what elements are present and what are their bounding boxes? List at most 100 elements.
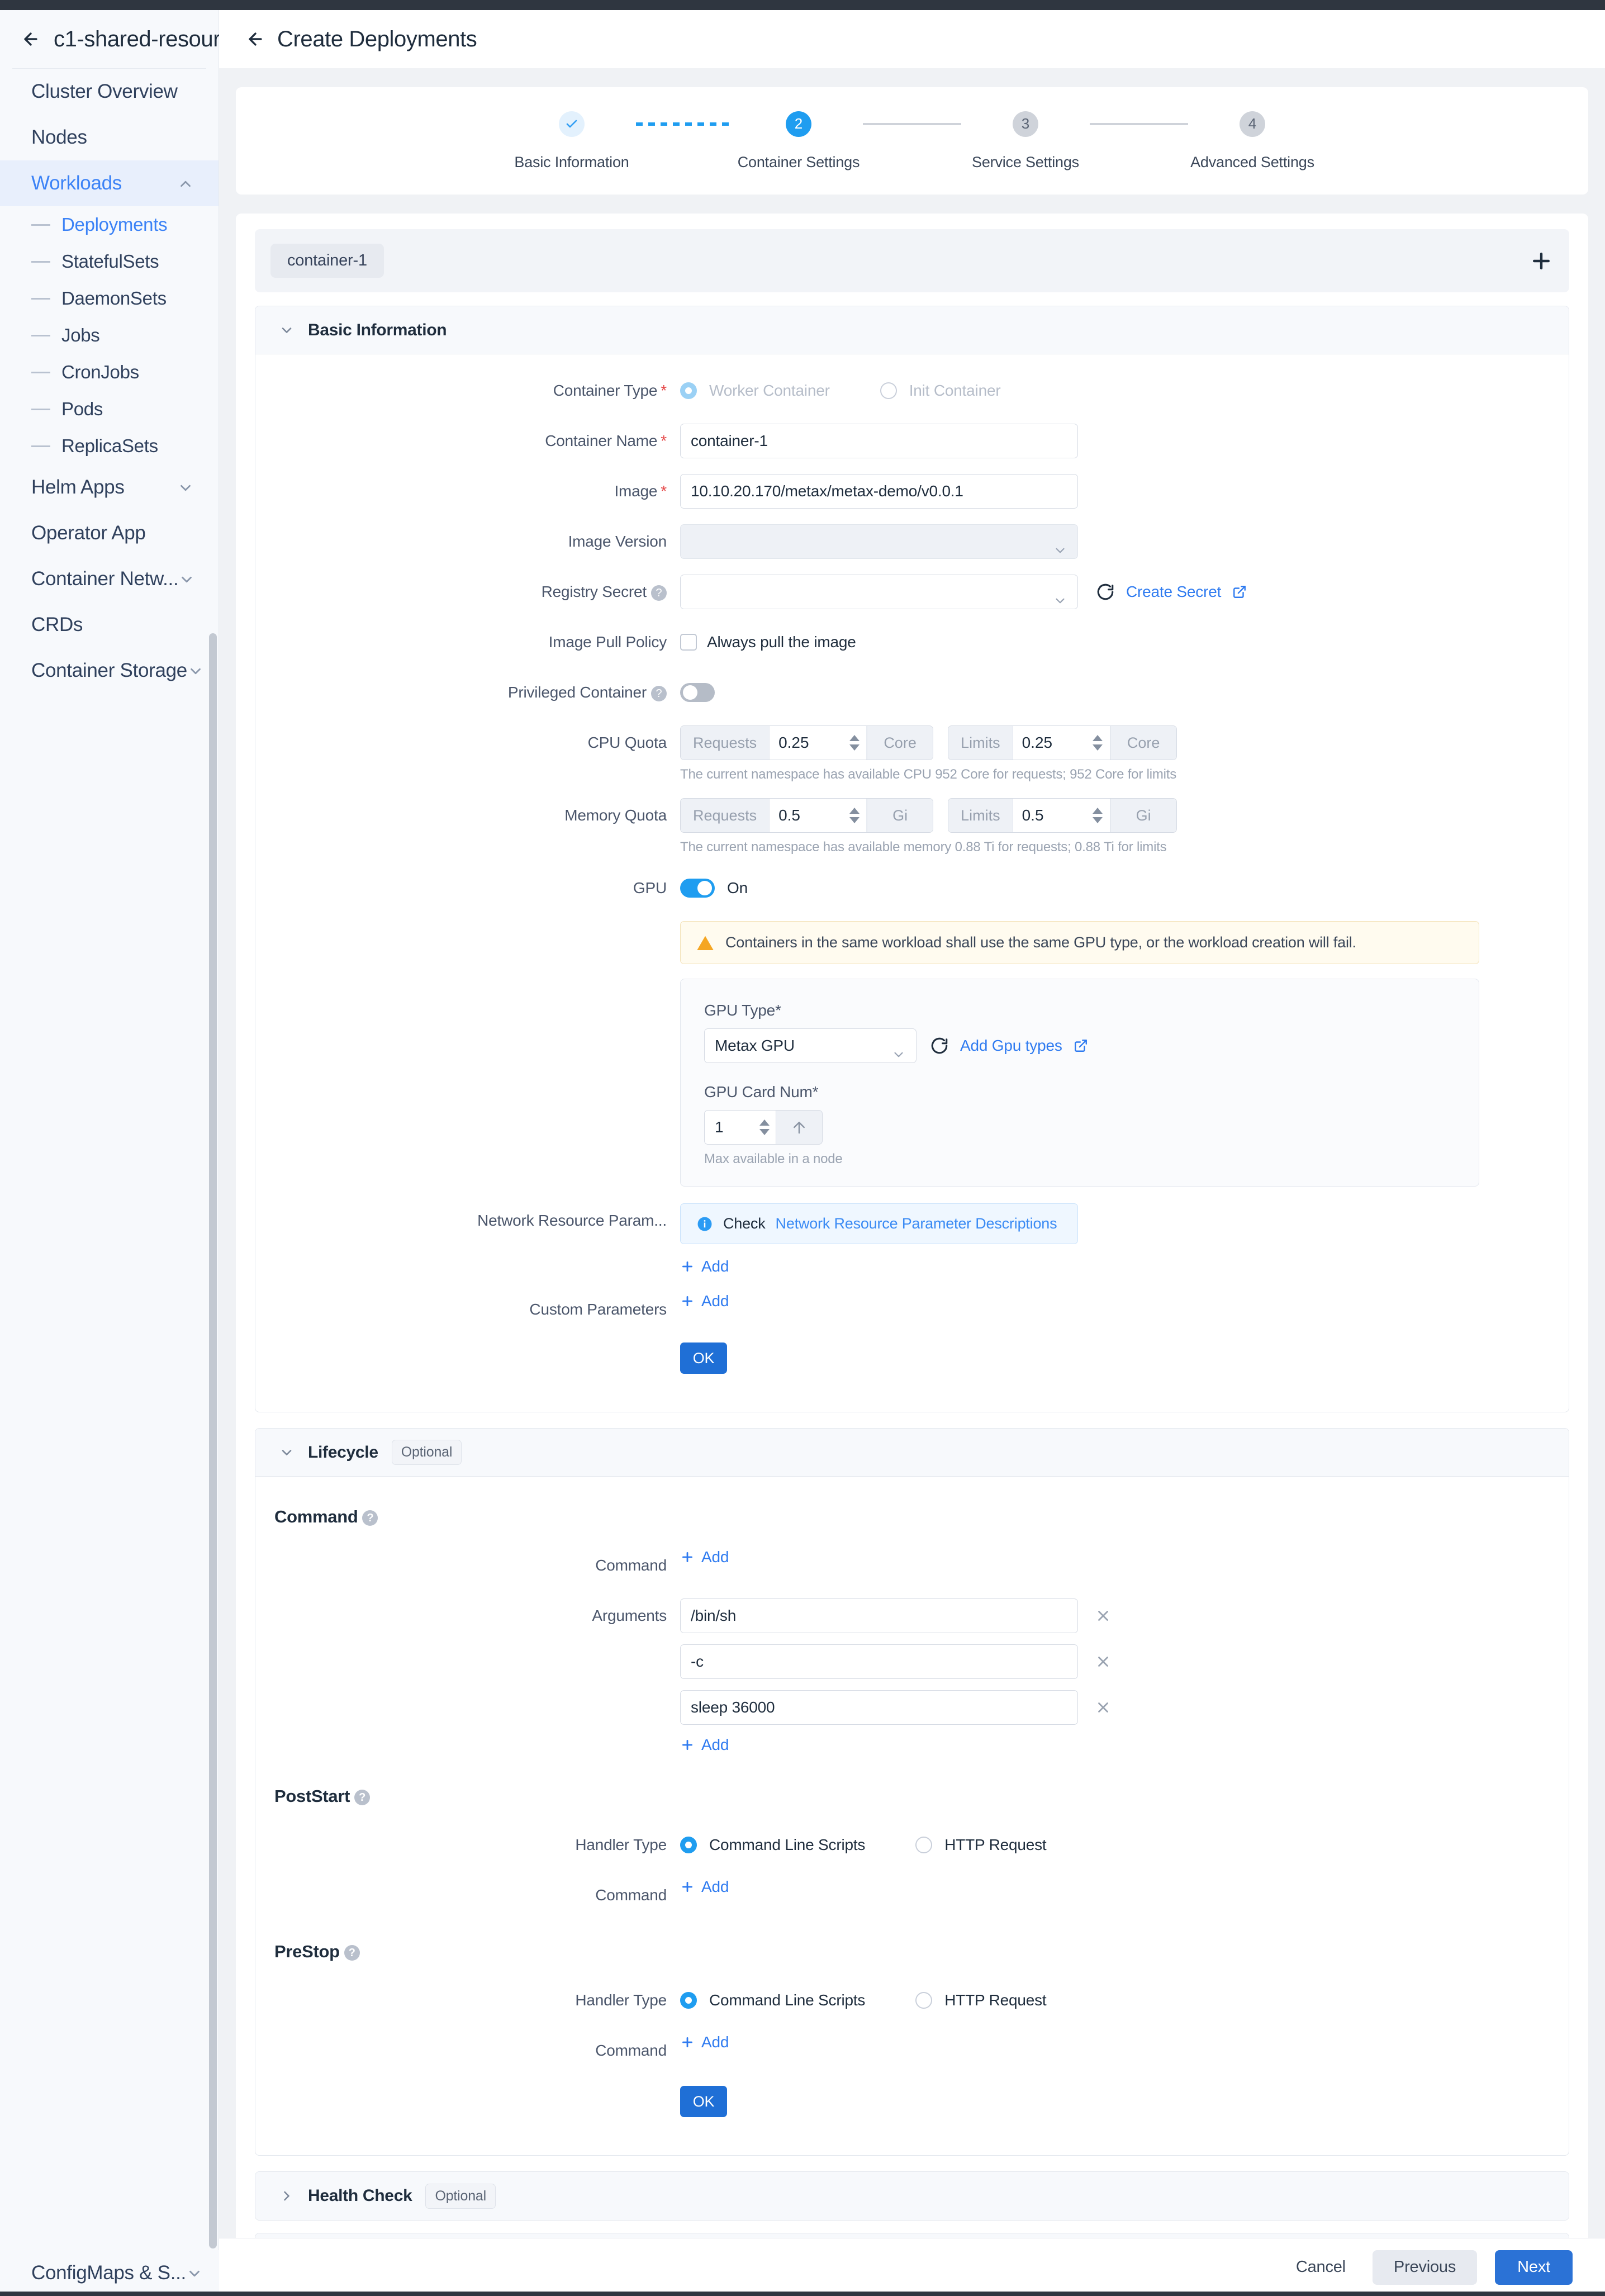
back-arrow-icon[interactable]	[21, 30, 40, 49]
remove-argument-icon[interactable]	[1095, 1699, 1112, 1716]
chevron-right-icon	[279, 2188, 295, 2204]
stepper-arrows[interactable]	[753, 1119, 776, 1135]
network-resource-info-banner: Check Network Resource Parameter Descrip…	[680, 1203, 1078, 1244]
add-label: Add	[701, 1292, 729, 1310]
sidebar-item-configmaps-secrets[interactable]: ConfigMaps & S...	[0, 2250, 219, 2296]
previous-button[interactable]: Previous	[1372, 2250, 1478, 2285]
container-tab-container-1[interactable]: container-1	[270, 244, 384, 278]
sidebar-item-operator-app[interactable]: Operator App	[0, 510, 219, 556]
sidebar-item-pods[interactable]: Pods	[0, 391, 219, 428]
sidebar-item-helm-apps[interactable]: Helm Apps	[0, 464, 219, 510]
memory-requests-stepper[interactable]: Requests 0.5 Gi	[680, 798, 934, 833]
always-pull-checkbox[interactable]	[680, 634, 697, 651]
lifecycle-command-add-button[interactable]: Add	[680, 1548, 729, 1566]
image-version-select[interactable]	[680, 524, 1078, 559]
sidebar-scrollbar[interactable]	[209, 633, 217, 2248]
step-service-settings[interactable]: 3 Service Settings	[961, 111, 1090, 171]
radio-poststart-http-request[interactable]	[915, 1837, 933, 1853]
argument-input-2[interactable]: sleep 36000	[680, 1690, 1078, 1725]
gpu-card-num-max-button[interactable]	[776, 1110, 823, 1145]
help-icon[interactable]: ?	[354, 1789, 371, 1805]
basic-information-ok-button[interactable]: OK	[680, 1343, 727, 1374]
sidebar-item-crds[interactable]: CRDs	[0, 602, 219, 648]
container-name-input[interactable]: container-1	[680, 424, 1078, 458]
custom-parameters-add-button[interactable]: Add	[680, 1292, 729, 1310]
memory-limits-value[interactable]: 0.5	[1013, 799, 1086, 832]
create-secret-link[interactable]: Create Secret	[1126, 583, 1221, 601]
panel-header-health-check[interactable]: Health Check Optional	[255, 2172, 1569, 2220]
sidebar-item-statefulsets[interactable]: StatefulSets	[0, 243, 219, 280]
radio-prestop-http-request[interactable]	[915, 1992, 933, 2009]
radio-prestop-command-line-scripts[interactable]	[680, 1992, 697, 2009]
image-input[interactable]: 10.10.20.170/metax/metax-demo/v0.0.1	[680, 474, 1078, 509]
lifecycle-arguments-add-button[interactable]: Add	[680, 1736, 729, 1754]
optional-badge: Optional	[391, 1440, 462, 1465]
panel-header-lifecycle[interactable]: Lifecycle Optional	[255, 1429, 1569, 1477]
panel-header-basic-information[interactable]: Basic Information	[255, 306, 1569, 354]
radio-init-container[interactable]	[880, 382, 897, 399]
next-button[interactable]: Next	[1495, 2250, 1573, 2285]
remove-argument-icon[interactable]	[1095, 1653, 1112, 1670]
cpu-requests-value[interactable]: 0.25	[770, 726, 842, 760]
stepper-arrows[interactable]	[1086, 726, 1110, 760]
sidebar-item-daemonsets[interactable]: DaemonSets	[0, 280, 219, 317]
stepper-arrows[interactable]	[842, 799, 867, 832]
prestop-command-add-button[interactable]: Add	[680, 2033, 729, 2051]
sidebar-item-workloads[interactable]: Workloads	[0, 160, 219, 206]
sidebar-item-nodes[interactable]: Nodes	[0, 115, 219, 160]
step-basic-information[interactable]: Basic Information	[507, 111, 636, 171]
gpu-card-num-hint: Max available in a node	[704, 1151, 843, 1166]
sidebar-item-container-network[interactable]: Container Netw...	[0, 556, 219, 602]
gpu-card-num-value: 1	[715, 1118, 724, 1136]
sidebar-item-cronjobs[interactable]: CronJobs	[0, 354, 219, 391]
stepper-arrows[interactable]	[842, 726, 867, 760]
memory-limits-stepper[interactable]: Limits 0.5 Gi	[948, 798, 1177, 833]
add-gpu-types-link[interactable]: Add Gpu types	[960, 1037, 1062, 1055]
radio-poststart-command-line-scripts[interactable]	[680, 1837, 697, 1853]
add-container-icon[interactable]	[1529, 249, 1554, 273]
step-dot-check-icon	[559, 111, 585, 137]
page-back-icon[interactable]	[246, 30, 265, 49]
refresh-icon[interactable]	[930, 1036, 949, 1055]
memory-requests-value[interactable]: 0.5	[770, 799, 842, 832]
network-resource-descriptions-link[interactable]: Network Resource Parameter Descriptions	[776, 1215, 1057, 1232]
cpu-limits-value[interactable]: 0.25	[1013, 726, 1086, 760]
field-custom-parameters: Custom Parameters Add	[255, 1292, 1569, 1327]
help-icon[interactable]: ?	[362, 1510, 378, 1526]
step-advanced-settings[interactable]: 4 Advanced Settings	[1188, 111, 1317, 171]
argument-input-1[interactable]: -c	[680, 1644, 1078, 1679]
help-icon[interactable]: ?	[344, 1944, 360, 1961]
argument-row: /bin/sh	[680, 1598, 1569, 1633]
network-resource-add-button[interactable]: Add	[680, 1258, 729, 1275]
lifecycle-ok-button[interactable]: OK	[680, 2086, 727, 2117]
sidebar-item-container-storage[interactable]: Container Storage	[0, 648, 219, 694]
step-container-settings[interactable]: 2 Container Settings	[734, 111, 863, 171]
help-icon[interactable]: ?	[651, 685, 667, 701]
radio-worker-container[interactable]	[680, 382, 697, 399]
chevron-down-icon	[279, 1445, 295, 1460]
argument-input-0[interactable]: /bin/sh	[680, 1598, 1078, 1633]
cpu-requests-stepper[interactable]: Requests 0.25 Core	[680, 725, 934, 760]
sidebar-item-replicasets[interactable]: ReplicaSets	[0, 428, 219, 464]
cpu-limits-stepper[interactable]: Limits 0.25 Core	[948, 725, 1177, 760]
field-cpu-quota: CPU Quota Requests 0.25 Core Limits 0.25…	[255, 725, 1569, 782]
registry-secret-select[interactable]	[680, 575, 1078, 609]
sidebar-item-label: StatefulSets	[61, 251, 159, 272]
stepper-arrows[interactable]	[1086, 799, 1110, 832]
poststart-command-add-button[interactable]: Add	[680, 1878, 729, 1896]
remove-argument-icon[interactable]	[1095, 1607, 1112, 1624]
sidebar-item-cluster-overview[interactable]: Cluster Overview	[0, 69, 219, 115]
dash-icon	[31, 445, 50, 447]
sidebar-item-label: Cluster Overview	[31, 80, 178, 102]
gpu-toggle[interactable]	[680, 879, 715, 898]
help-icon[interactable]: ?	[651, 585, 667, 601]
refresh-icon[interactable]	[1096, 582, 1115, 601]
gpu-card-num-input[interactable]: 1	[704, 1110, 776, 1145]
field-prestop-handler-type: Handler Type Command Line Scripts HTTP R…	[255, 1983, 1569, 2018]
gpu-type-select[interactable]: Metax GPU	[704, 1028, 917, 1063]
privileged-container-toggle[interactable]	[680, 683, 715, 702]
sidebar-item-jobs[interactable]: Jobs	[0, 317, 219, 354]
cancel-button[interactable]: Cancel	[1287, 2250, 1355, 2285]
sidebar-item-deployments[interactable]: Deployments	[0, 206, 219, 243]
step-dot-number: 2	[786, 111, 811, 137]
